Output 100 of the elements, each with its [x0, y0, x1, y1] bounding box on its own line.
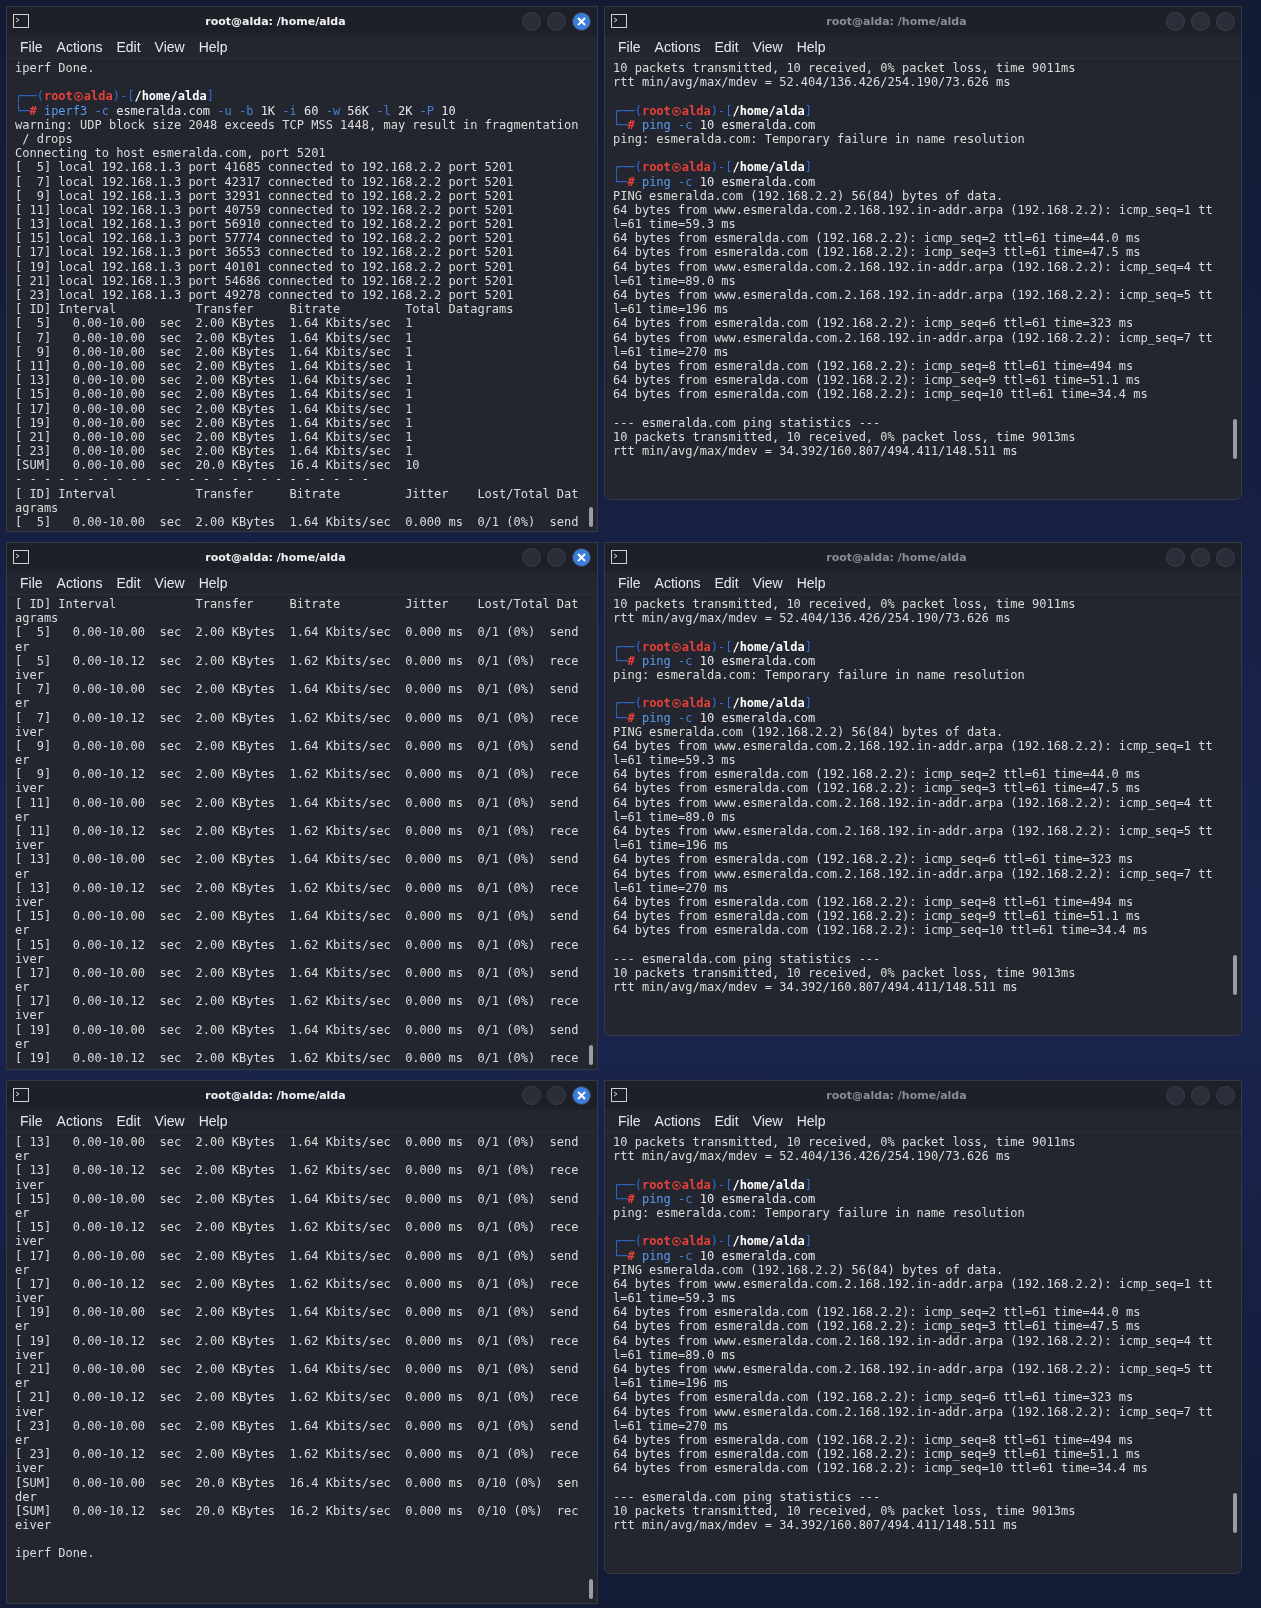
minimize-button[interactable] — [522, 1085, 541, 1105]
prompt-bracket: )-[ — [710, 639, 733, 654]
minimize-button[interactable] — [1166, 1085, 1185, 1105]
minimize-button[interactable] — [1166, 11, 1185, 31]
terminal-line: [ ID] Interval Transfer Bitrate Total Datagrams — [15, 302, 515, 317]
scrollbar-thumb[interactable] — [589, 1045, 593, 1065]
terminal-line: [ 19] 0.00-10.00 sec 2.00 KBytes 1.64 Kbits/sec 1 — [15, 415, 414, 430]
menu-item[interactable]: View — [154, 574, 185, 591]
terminal-line: [ 21] local 192.168.1.3 port 54686 connected to 192.168.2.2 port 5201 — [15, 273, 515, 288]
scrollbar-thumb[interactable] — [1233, 1493, 1237, 1533]
minimize-button[interactable] — [522, 547, 541, 567]
menu-item[interactable]: Actions — [654, 574, 701, 591]
minimize-button[interactable] — [522, 11, 541, 31]
command-name: ping — [641, 710, 671, 725]
menu-item[interactable]: File — [618, 574, 641, 591]
prompt-bracket: ] — [804, 160, 812, 175]
menu-item[interactable]: Actions — [56, 38, 103, 55]
terminal-line: [ 17] 0.00-10.12 sec 2.00 KBytes 1.62 Kbits/sec 0.000 ms 0/1 (0%) rece — [15, 994, 580, 1009]
prompt-bracket: ┌──( — [15, 89, 44, 104]
terminal-line: --- esmeralda.com ping statistics --- — [613, 415, 882, 430]
scrollbar-thumb[interactable] — [1233, 955, 1237, 995]
menu-item[interactable]: Edit — [714, 38, 739, 55]
command-argument: 10 — [699, 174, 715, 189]
menu-item[interactable]: Help — [796, 574, 826, 591]
maximize-button[interactable] — [1191, 11, 1210, 31]
terminal-line: [ 9] 0.00-10.00 sec 2.00 KBytes 1.64 Kbits/sec 0.000 ms 0/1 (0%) send — [15, 738, 580, 754]
prompt-corner: └─ — [613, 117, 628, 132]
menu-item[interactable]: Help — [198, 1112, 228, 1129]
terminal-line: PING esmeralda.com (192.168.2.2) 56(84) bytes of data. — [613, 724, 1005, 739]
command-argument: 56K — [347, 103, 369, 118]
menu-item[interactable]: File — [20, 574, 43, 591]
menu-item[interactable]: Edit — [116, 1112, 141, 1129]
window-title: root@alda: /home/alda — [825, 550, 968, 564]
terminal-line: iver — [15, 894, 45, 910]
terminal-line: l=61 time=59.3 ms — [613, 753, 737, 768]
menu-item[interactable]: Edit — [714, 574, 739, 591]
terminal-line: [ 9] 0.00-10.12 sec 2.00 KBytes 1.62 Kbits/sec 0.000 ms 0/1 (0%) rece — [15, 767, 580, 782]
terminal-line: 10 packets transmitted, 10 received, 0% packet loss, time 9013ms — [613, 965, 1077, 981]
terminal-line: [ 7] 0.00-10.00 sec 2.00 KBytes 1.64 Kbits/sec 0.000 ms 0/1 (0%) send — [15, 682, 580, 697]
terminal-line: [ 17] 0.00-10.12 sec 2.00 KBytes 1.62 Kbits/sec 0.000 ms 0/1 (0%) rece — [15, 1276, 580, 1292]
terminal-line: 64 bytes from esmeralda.com (192.168.2.2): icmp_seq=9 ttl=61 time=51.1 ms — [613, 1447, 1142, 1462]
terminal-line: [ 19] 0.00-10.00 sec 2.00 KBytes 1.64 Kbits/sec 0.000 ms 0/1 (0%) send — [15, 1305, 580, 1320]
maximize-button[interactable] — [547, 547, 566, 567]
menu-item[interactable]: Actions — [56, 1112, 103, 1129]
menu-item[interactable]: Edit — [714, 1112, 739, 1129]
menu-item[interactable]: File — [618, 1112, 641, 1129]
menu-item[interactable]: View — [752, 1112, 783, 1129]
command-option: -c — [678, 710, 693, 725]
command-name: ping — [641, 174, 671, 189]
terminal-line: 64 bytes from www.esmeralda.com.2.168.192.in-addr.arpa (192.168.2.2): icmp_seq=4 tt — [613, 259, 1214, 274]
menu-item[interactable]: View — [154, 38, 185, 55]
menu-item[interactable]: File — [20, 1112, 43, 1129]
maximize-button[interactable] — [1191, 547, 1210, 567]
terminal-line: 10 packets transmitted, 10 received, 0% packet loss, time 9013ms — [613, 1503, 1077, 1519]
terminal-line: er — [15, 753, 31, 768]
menu-item[interactable]: View — [752, 38, 783, 55]
menu-item[interactable]: File — [20, 38, 43, 55]
window-title: root@alda: /home/alda — [204, 14, 347, 28]
prompt-hash: # — [627, 1191, 635, 1206]
scrollbar-thumb[interactable] — [589, 1579, 593, 1599]
terminal-line: er — [15, 1205, 31, 1221]
prompt-corner: └─ — [613, 710, 628, 725]
terminal-line: er — [15, 1036, 31, 1051]
prompt-host: alda — [681, 1177, 711, 1192]
menu-item[interactable]: File — [618, 38, 641, 55]
command-argument: 10 — [699, 653, 715, 668]
minimize-button[interactable] — [1166, 547, 1185, 567]
terminal-line: 64 bytes from www.esmeralda.com.2.168.192.in-addr.arpa (192.168.2.2): icmp_seq=1 tt — [613, 1276, 1214, 1292]
menu-item[interactable]: Actions — [56, 574, 103, 591]
close-button[interactable] — [572, 1085, 591, 1105]
terminal-line: [ 21] 0.00-10.00 sec 2.00 KBytes 1.64 Kbits/sec 1 — [15, 429, 414, 445]
close-button[interactable] — [572, 547, 591, 567]
menu-item[interactable]: Help — [796, 1112, 826, 1129]
command-option: -l — [376, 103, 391, 118]
maximize-button[interactable] — [547, 1085, 566, 1105]
maximize-button[interactable] — [547, 11, 566, 31]
terminal-line: iver — [15, 1291, 45, 1306]
terminal-line: 64 bytes from www.esmeralda.com.2.168.192.in-addr.arpa (192.168.2.2): icmp_seq=7 tt — [613, 1404, 1214, 1419]
maximize-button[interactable] — [1191, 1085, 1210, 1105]
scrollbar-thumb[interactable] — [589, 507, 593, 527]
menu-item[interactable]: Actions — [654, 38, 701, 55]
menu-item[interactable]: Edit — [116, 574, 141, 591]
terminal-icon — [611, 14, 627, 28]
menu-item[interactable]: Actions — [654, 1112, 701, 1129]
command-name: ping — [641, 653, 671, 668]
menu-item[interactable]: Help — [198, 38, 228, 55]
terminal-line: 64 bytes from www.esmeralda.com.2.168.192.in-addr.arpa (192.168.2.2): icmp_seq=7 tt — [613, 866, 1214, 881]
terminal-line: iver — [15, 724, 45, 739]
terminal-line: [ 17] 0.00-10.00 sec 2.00 KBytes 1.64 Kbits/sec 0.000 ms 0/1 (0%) send — [15, 965, 580, 981]
terminal-line: l=61 time=89.0 ms — [613, 809, 736, 824]
menu-item[interactable]: Help — [198, 574, 228, 591]
menu-item[interactable]: Edit — [116, 38, 141, 55]
menu-item[interactable]: View — [752, 574, 783, 591]
menu-item[interactable]: Help — [796, 38, 826, 55]
command-argument: 10 — [699, 1191, 715, 1206]
scrollbar-thumb[interactable] — [1233, 419, 1237, 459]
menu-item[interactable]: View — [154, 1112, 185, 1129]
prompt-bracket: )-[ — [710, 1177, 733, 1192]
close-button[interactable] — [572, 11, 591, 31]
terminal-line: 64 bytes from esmeralda.com (192.168.2.2): icmp_seq=8 ttl=61 time=494 ms — [613, 358, 1135, 374]
